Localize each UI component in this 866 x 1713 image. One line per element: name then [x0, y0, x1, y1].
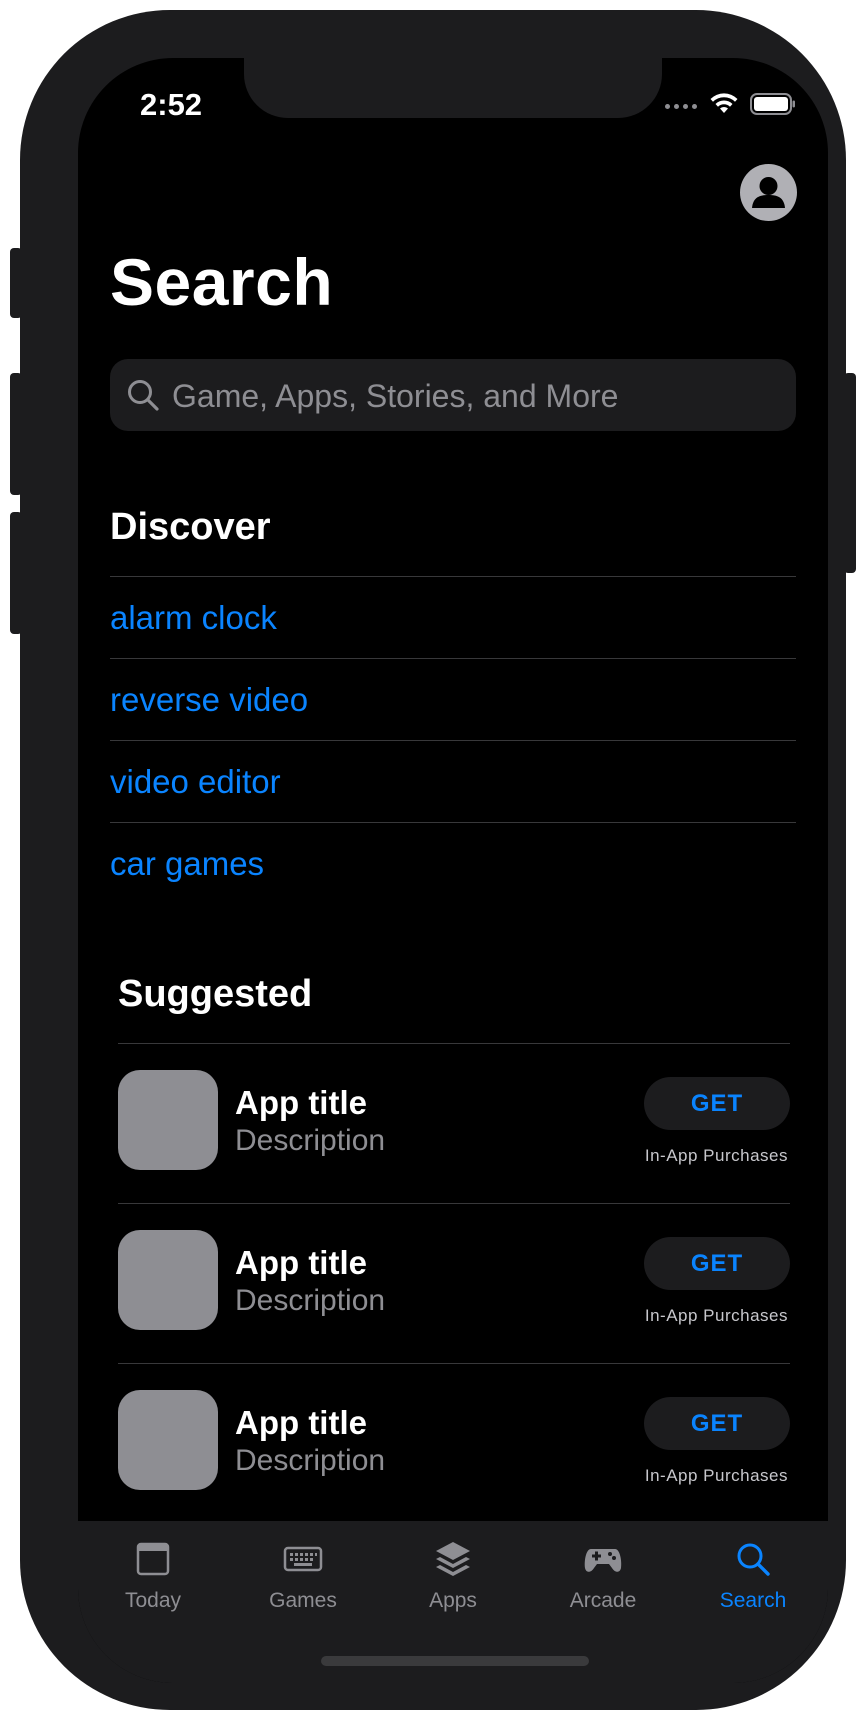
tab-arcade[interactable]: Arcade — [528, 1521, 678, 1641]
games-icon — [283, 1546, 323, 1572]
search-input[interactable] — [170, 369, 784, 423]
person-icon — [752, 177, 785, 208]
wifi-icon — [710, 93, 738, 113]
discover-item-car-games[interactable]: car games — [110, 822, 796, 904]
signal-icon — [665, 104, 697, 109]
discover-item-video-editor[interactable]: video editor — [110, 740, 796, 822]
in-app-purchases-label: In-App Purchases — [644, 1146, 788, 1165]
app-title: App title — [235, 1084, 367, 1121]
home-indicator[interactable] — [321, 1656, 589, 1666]
arcade-icon — [584, 1549, 622, 1572]
app-icon[interactable] — [118, 1230, 218, 1330]
phone-frame: 2:52 Search Dis — [20, 10, 846, 1710]
app-row[interactable]: App title Description GET In-App Purchas… — [118, 1363, 790, 1523]
status-time: 2:52 — [140, 87, 203, 122]
tab-games[interactable]: Games — [228, 1521, 378, 1641]
app-icon[interactable] — [118, 1070, 218, 1170]
get-button[interactable]: GET — [644, 1077, 790, 1130]
tab-search[interactable]: Search — [678, 1521, 828, 1641]
account-avatar-icon[interactable] — [740, 164, 797, 221]
app-icon[interactable] — [118, 1390, 218, 1490]
battery-icon — [750, 93, 795, 115]
screen: 2:52 Search Dis — [78, 58, 828, 1683]
app-description: Description — [235, 1444, 386, 1477]
app-title: App title — [235, 1404, 367, 1441]
app-row[interactable]: App title Description GET In-App Purchas… — [118, 1043, 790, 1203]
in-app-purchases-label: In-App Purchases — [644, 1306, 788, 1325]
discover-list: alarm clock reverse video video editor c… — [110, 576, 796, 904]
tab-label: Arcade — [569, 1589, 637, 1612]
discover-item-reverse-video[interactable]: reverse video — [110, 658, 796, 740]
discover-title: Discover — [110, 506, 271, 548]
notch — [244, 58, 662, 118]
tab-label: Today — [124, 1589, 182, 1612]
suggested-list: App title Description GET In-App Purchas… — [118, 1043, 790, 1523]
search-bar[interactable] — [110, 359, 796, 431]
get-button[interactable]: GET — [644, 1397, 790, 1450]
get-button[interactable]: GET — [644, 1237, 790, 1290]
app-row[interactable]: App title Description GET In-App Purchas… — [118, 1203, 790, 1363]
app-description: Description — [235, 1284, 386, 1317]
tab-today[interactable]: Today — [78, 1521, 228, 1641]
suggested-title: Suggested — [118, 973, 313, 1015]
page-title: Search — [110, 245, 334, 319]
tab-apps[interactable]: Apps — [378, 1521, 528, 1641]
app-title: App title — [235, 1244, 367, 1281]
in-app-purchases-label: In-App Purchases — [644, 1466, 788, 1485]
search-icon — [128, 380, 159, 411]
apps-icon — [436, 1542, 470, 1576]
today-icon — [136, 1542, 170, 1576]
app-description: Description — [235, 1124, 386, 1157]
tab-label: Games — [269, 1589, 337, 1612]
tab-label: Apps — [429, 1589, 477, 1612]
tab-label: Search — [719, 1589, 787, 1612]
search-icon — [737, 1543, 770, 1576]
discover-item-alarm-clock[interactable]: alarm clock — [110, 576, 796, 658]
